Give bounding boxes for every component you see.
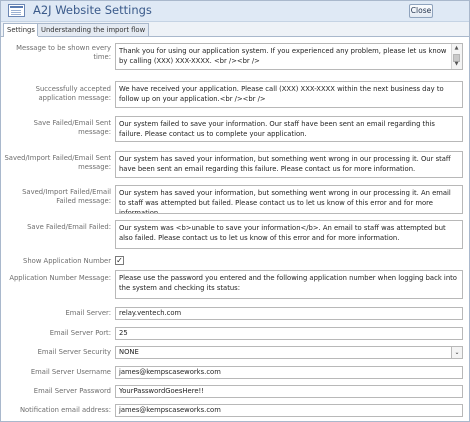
notification-email-field[interactable]: james@kempscaseworks.com bbox=[115, 404, 463, 417]
app-number-message-value: Please use the password you entered and … bbox=[119, 274, 457, 292]
save-failed-email-failed-field[interactable]: Our system was <b>unable to save your in… bbox=[115, 220, 463, 249]
email-server-value: relay.ventech.com bbox=[119, 309, 182, 317]
saved-import-failed-failed-field[interactable]: Our system has saved your information, b… bbox=[115, 185, 463, 214]
email-server-security-value: NONE bbox=[119, 348, 139, 356]
email-server-password-label: Email Server Password bbox=[33, 387, 111, 395]
success-message-field[interactable]: We have received your application. Pleas… bbox=[115, 81, 463, 108]
email-server-security-select[interactable]: NONE ⌄ bbox=[115, 346, 463, 359]
tab-settings[interactable]: Settings bbox=[3, 23, 39, 37]
email-server-port-value: 25 bbox=[119, 329, 128, 337]
success-message-value: We have received your application. Pleas… bbox=[119, 85, 444, 103]
form-icon bbox=[8, 4, 25, 17]
email-server-username-label: Email Server Username bbox=[30, 368, 111, 376]
email-server-username-field[interactable]: james@kempscaseworks.com bbox=[115, 366, 463, 379]
window-title: A2J Website Settings bbox=[33, 3, 152, 17]
save-failed-email-failed-label: Save Failed/Email Failed: bbox=[27, 223, 111, 231]
notification-email-label: Notification email address: bbox=[19, 406, 111, 414]
email-server-password-value: YourPasswordGoesHere!! bbox=[119, 387, 204, 395]
email-server-security-label: Email Server Security bbox=[37, 348, 111, 356]
email-server-port-label: Email Server Port: bbox=[49, 329, 111, 337]
email-server-label: Email Server: bbox=[65, 309, 111, 317]
save-failed-sent-value: Our system failed to save your informati… bbox=[119, 120, 435, 138]
app-number-message-field[interactable]: Please use the password you entered and … bbox=[115, 270, 463, 299]
saved-import-failed-sent-label: Saved/Import Failed/Email Sent message: bbox=[4, 154, 111, 171]
success-message-label: Successfully accepted application messag… bbox=[35, 85, 111, 102]
save-failed-sent-field[interactable]: Our system failed to save your informati… bbox=[115, 116, 463, 142]
email-server-username-value: james@kempscaseworks.com bbox=[119, 368, 221, 376]
message-shown-value: Thank you for using our application syst… bbox=[119, 47, 447, 65]
saved-import-failed-failed-label: Saved/Import Failed/Email Failed message… bbox=[22, 188, 111, 205]
close-button[interactable]: Close bbox=[409, 4, 433, 18]
checkmark-icon: ✓ bbox=[116, 256, 123, 265]
chevron-down-icon[interactable]: ⌄ bbox=[451, 347, 462, 358]
scroll-down-icon[interactable]: ▼ bbox=[452, 60, 461, 69]
saved-import-failed-failed-value: Our system has saved your information, b… bbox=[119, 189, 451, 214]
tab-understanding-import-flow[interactable]: Understanding the import flow bbox=[37, 23, 150, 36]
settings-window: A2J Website Settings Close Settings Unde… bbox=[0, 0, 470, 422]
message-shown-label: Message to be shown every time: bbox=[16, 44, 111, 61]
message-shown-scrollbar[interactable]: ▲ ▼ bbox=[451, 44, 462, 69]
notification-email-value: james@kempscaseworks.com bbox=[119, 406, 221, 414]
save-failed-sent-label: Save Failed/Email Sent message: bbox=[33, 119, 111, 136]
show-app-number-checkbox[interactable]: ✓ bbox=[115, 256, 124, 265]
saved-import-failed-sent-field[interactable]: Our system has saved your information, b… bbox=[115, 151, 463, 178]
title-bar: A2J Website Settings Close bbox=[1, 1, 469, 22]
tab-strip: Settings Understanding the import flow bbox=[1, 22, 469, 37]
message-shown-field[interactable]: Thank you for using our application syst… bbox=[115, 43, 463, 70]
show-app-number-label: Show Application Number bbox=[23, 257, 111, 265]
save-failed-email-failed-value: Our system was <b>unable to save your in… bbox=[119, 224, 446, 242]
email-server-password-field[interactable]: YourPasswordGoesHere!! bbox=[115, 385, 463, 398]
scroll-up-icon[interactable]: ▲ bbox=[452, 44, 461, 53]
app-number-message-label: Application Number Message: bbox=[9, 274, 111, 282]
email-server-port-field[interactable]: 25 bbox=[115, 327, 463, 340]
saved-import-failed-sent-value: Our system has saved your information, b… bbox=[119, 155, 451, 173]
email-server-field[interactable]: relay.ventech.com bbox=[115, 307, 463, 320]
